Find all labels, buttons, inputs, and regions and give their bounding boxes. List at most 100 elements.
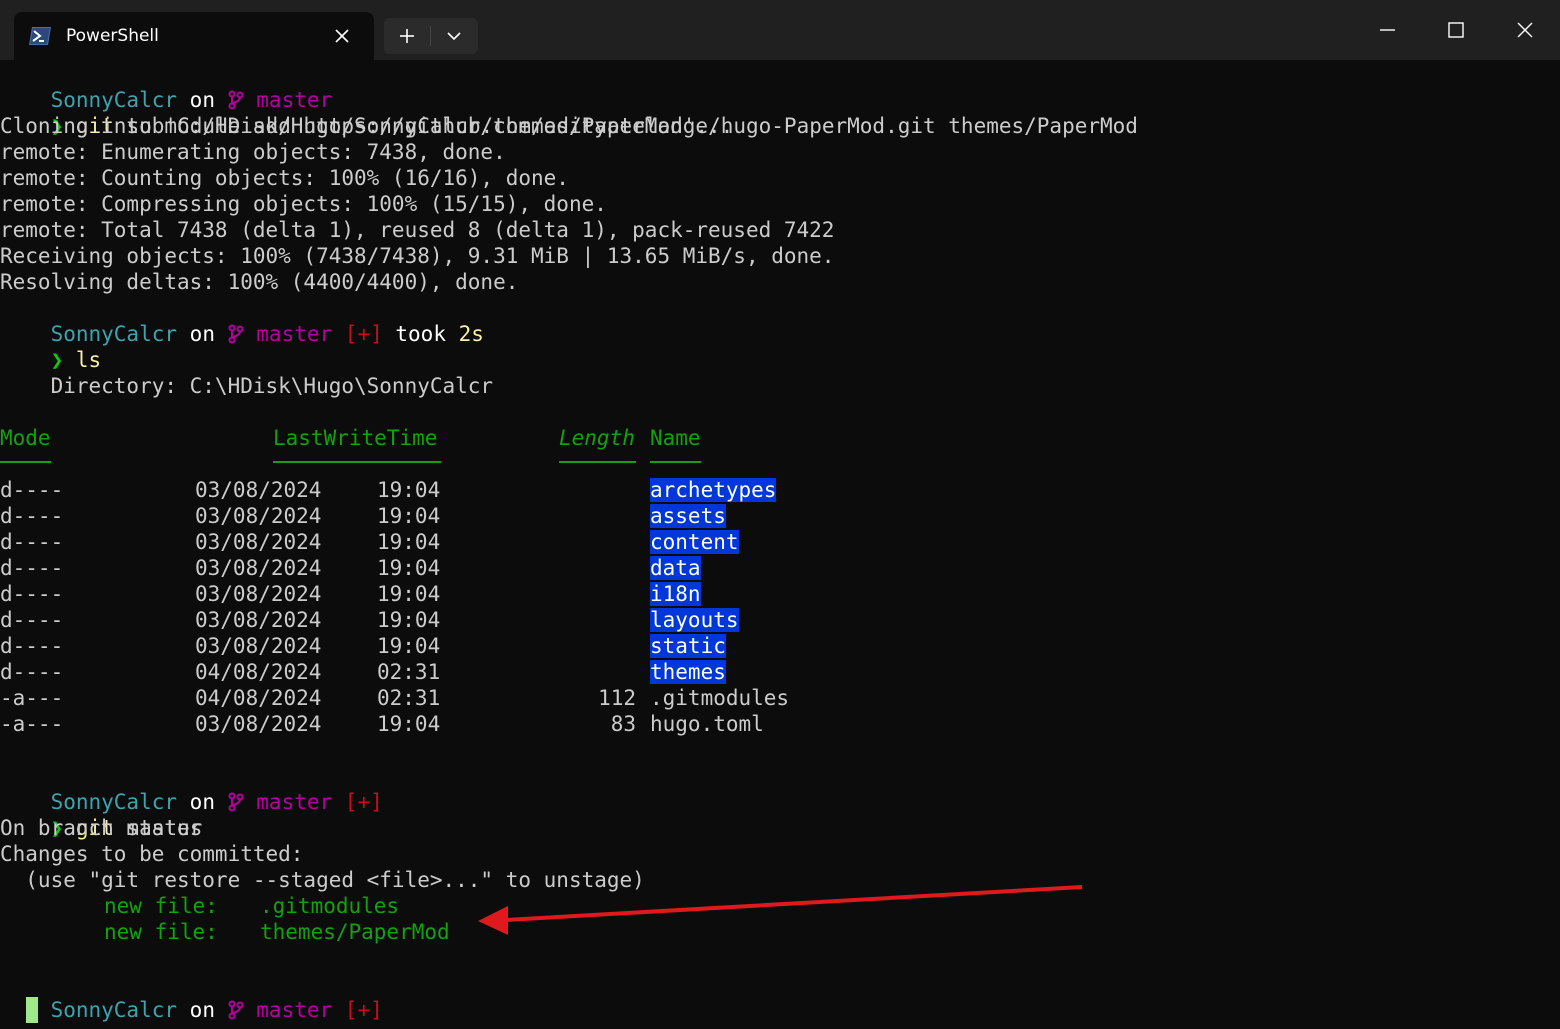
prompt-on: on: [189, 322, 215, 346]
ls-name-text: .gitmodules: [650, 686, 790, 710]
prompt-line: SonnyCalcr on master [+]: [0, 971, 383, 1022]
prompt-chevron: ❯: [50, 348, 64, 372]
ls-name-text: themes: [650, 660, 726, 684]
output-line: remote: Counting objects: 100% (16/16), …: [0, 166, 569, 190]
prompt-dirty: [+]: [344, 790, 383, 814]
prompt-duration: 2s: [458, 322, 484, 346]
ls-time: 19:04: [377, 634, 441, 658]
ls-time: 19:04: [377, 582, 441, 606]
output-line: Resolving deltas: 100% (4400/4400), done…: [0, 270, 519, 294]
ls-name-text: archetypes: [650, 478, 777, 502]
ls-header-length: Length: [559, 426, 635, 450]
prompt-user: SonnyCalcr: [50, 998, 178, 1022]
ls-name-text: layouts: [650, 608, 739, 632]
new-file-path: themes/PaperMod: [260, 920, 450, 944]
ls-dir-name: themes: [650, 659, 726, 685]
prompt-line: SonnyCalcr on master [+]: [0, 763, 383, 814]
ls-name-text: assets: [650, 504, 726, 528]
text-cursor: [26, 997, 38, 1023]
ls-name-text: i18n: [650, 582, 701, 606]
prompt-line: SonnyCalcr on master [+] took 2s: [0, 295, 484, 346]
command-line: ❯ ls: [0, 321, 102, 372]
close-icon[interactable]: [330, 24, 354, 48]
terminal-output[interactable]: SonnyCalcr on master ❯ git submodule add…: [0, 61, 1560, 1029]
command-name: ls: [75, 348, 102, 372]
prompt-dirty: [+]: [344, 322, 383, 346]
ls-dir-name: static: [650, 633, 726, 659]
new-file-label: new file:: [104, 920, 218, 944]
window-close-icon[interactable]: [1502, 10, 1548, 50]
output-line: On branch master: [0, 816, 203, 840]
chevron-down-icon[interactable]: [431, 18, 478, 54]
ls-time: 19:04: [377, 556, 441, 580]
directory-line: Directory: C:\HDisk\Hugo\SonnyCalcr: [0, 374, 494, 398]
header-underline: [559, 461, 636, 463]
header-underline: [273, 461, 441, 463]
ls-length: 83: [610, 712, 636, 736]
plus-icon[interactable]: [384, 18, 430, 54]
ls-name-text: hugo.toml: [650, 712, 764, 736]
maximize-icon[interactable]: [1433, 10, 1479, 50]
ls-date: 03/08/2024: [195, 582, 322, 606]
command-line: ❯ git submodule add https://github.com/a…: [0, 87, 1138, 138]
ls-time: 19:04: [377, 530, 441, 554]
output-line: remote: Compressing objects: 100% (15/15…: [0, 192, 607, 216]
prompt-dirty: [+]: [344, 998, 383, 1022]
output-line: remote: Total 7438 (delta 1), reused 8 (…: [0, 218, 835, 242]
ls-dir-name: i18n: [650, 581, 701, 607]
minimize-icon[interactable]: [1364, 10, 1410, 50]
git-branch-icon: [228, 792, 244, 812]
ls-header-name: Name: [650, 426, 701, 450]
ls-header-mode: Mode: [0, 426, 51, 450]
prompt-line: SonnyCalcr on master: [0, 61, 333, 112]
ls-mode: d----: [0, 582, 64, 606]
header-underline: [650, 461, 701, 463]
ls-date: 03/08/2024: [195, 478, 322, 502]
ls-dir-name: layouts: [650, 607, 739, 633]
ls-header-time: LastWriteTime: [273, 426, 438, 450]
header-underline: [0, 461, 51, 463]
ls-date: 03/08/2024: [195, 634, 322, 658]
ls-date: 03/08/2024: [195, 530, 322, 554]
powershell-icon: [29, 27, 51, 45]
prompt-branch: master: [256, 790, 333, 814]
tab-powershell[interactable]: PowerShell: [14, 12, 374, 60]
output-line: Receiving objects: 100% (7438/7438), 9.3…: [0, 244, 835, 268]
new-file-path: .gitmodules: [260, 894, 400, 918]
ls-mode: d----: [0, 530, 64, 554]
tab-title: PowerShell: [66, 26, 159, 46]
ls-date: 04/08/2024: [195, 660, 322, 684]
ls-dir-name: data: [650, 555, 701, 581]
prompt-branch: master: [256, 322, 333, 346]
prompt-branch: master: [256, 998, 333, 1022]
ls-date: 03/08/2024: [195, 556, 322, 580]
title-bar: PowerShell: [0, 0, 1560, 60]
new-file-label: new file:: [104, 894, 218, 918]
output-line: (use "git restore --staged <file>..." to…: [0, 868, 645, 892]
ls-mode: d----: [0, 634, 64, 658]
ls-length: 112: [598, 686, 636, 710]
ls-time: 19:04: [377, 608, 441, 632]
ls-mode: d----: [0, 608, 64, 632]
ls-dir-name: archetypes: [650, 477, 777, 503]
ls-file-name: hugo.toml: [650, 711, 764, 737]
ls-file-name: .gitmodules: [650, 685, 789, 711]
ls-date: 03/08/2024: [195, 608, 322, 632]
ls-date: 03/08/2024: [195, 504, 322, 528]
ls-mode: d----: [0, 478, 64, 502]
ls-name-text: data: [650, 556, 701, 580]
tab-actions: [384, 18, 478, 54]
output-line: Cloning into 'C:/HDisk/Hugo/SonnyCalcr/t…: [0, 114, 734, 138]
ls-mode: d----: [0, 660, 64, 684]
ls-mode: d----: [0, 504, 64, 528]
prompt-took: took: [395, 322, 446, 346]
output-line: Changes to be committed:: [0, 842, 304, 866]
prompt-chevron: ❯: [51, 1024, 64, 1029]
ls-dir-name: assets: [650, 503, 726, 529]
ls-name-text: static: [650, 634, 726, 658]
output-line: remote: Enumerating objects: 7438, done.: [0, 140, 506, 164]
prompt-on: on: [189, 998, 215, 1022]
git-branch-icon: [228, 1000, 244, 1020]
ls-time: 19:04: [377, 478, 441, 502]
command-line: ❯ git status: [0, 789, 203, 840]
